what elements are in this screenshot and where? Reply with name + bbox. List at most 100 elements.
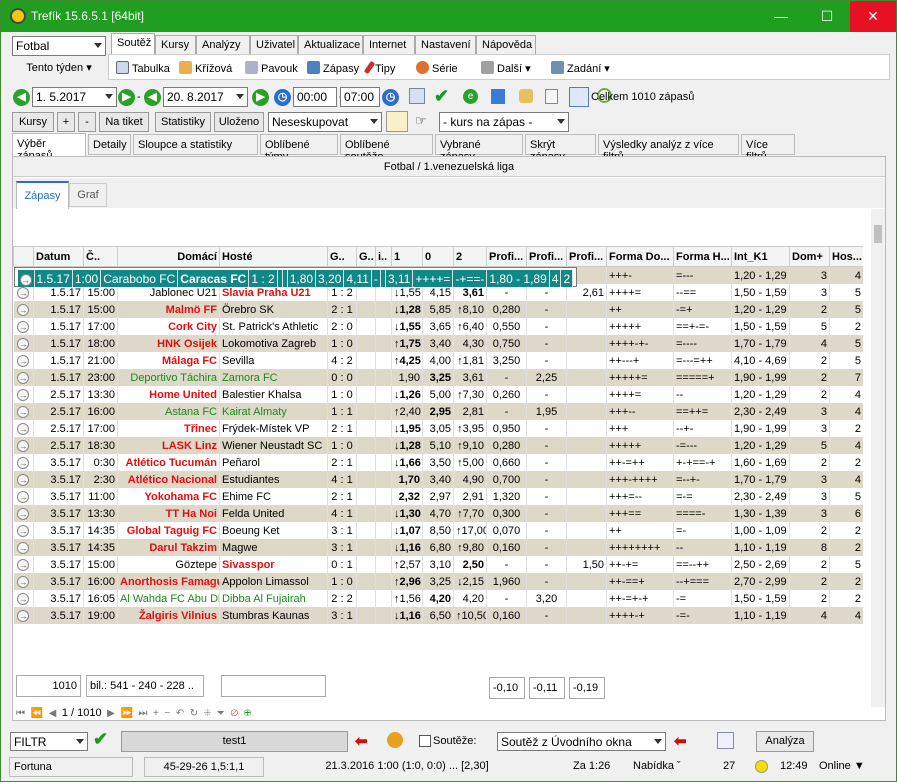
grid-filter-icon[interactable]: ⏷	[217, 708, 225, 719]
filter-check-icon[interactable]: ✔	[93, 729, 108, 750]
sub-tab-5[interactable]: Vybrané zápasy	[435, 134, 523, 163]
column-header[interactable]: 2	[453, 246, 487, 267]
row-arrow-icon[interactable]: →	[17, 405, 30, 418]
statistiky-button[interactable]: Statistiky	[155, 112, 211, 132]
column-header[interactable]: G..	[327, 246, 357, 267]
group-select[interactable]: Neseskupovat	[268, 112, 382, 132]
prev-date-to-icon[interactable]: ◀	[144, 89, 161, 106]
sport-select[interactable]: Fotbal	[12, 36, 106, 56]
menu-tab-6[interactable]: Nastavení	[415, 35, 476, 54]
remove-icon[interactable]: −	[164, 708, 170, 719]
menu-tab-0[interactable]: Soutěž	[111, 33, 155, 54]
next-page-fast-icon[interactable]: ⏩	[120, 708, 132, 719]
column-header[interactable]: Domácí	[117, 246, 220, 267]
sub-tab-8[interactable]: Více filtrů	[741, 134, 795, 163]
column-header[interactable]: Forma H...	[673, 246, 732, 267]
row-arrow-icon[interactable]: →	[17, 609, 30, 622]
column-header[interactable]: Hos...	[829, 246, 863, 267]
column-header[interactable]	[13, 246, 34, 267]
calendar-icon[interactable]	[409, 88, 425, 104]
table-row[interactable]: → 3.5.17 16:05 Al Wahda FC Abu DhabiDibba A…	[13, 590, 863, 607]
prev-date-from-icon[interactable]: ◀	[13, 89, 30, 106]
time-to-field[interactable]: 07:00	[340, 87, 380, 107]
last-page-icon[interactable]: ⏭	[138, 708, 147, 719]
column-header[interactable]: G..	[356, 246, 376, 267]
scrollbar-thumb[interactable]	[874, 225, 882, 243]
group-apply-icon[interactable]	[386, 111, 408, 132]
table-row[interactable]: → 3.5.17 14:35 Darul Takzim Magwe 3 : 1 ↓1,16 6…	[13, 539, 863, 556]
prev-page-icon[interactable]: ◀	[49, 708, 57, 719]
menu-tab-5[interactable]: Internet	[363, 35, 415, 54]
add-icon[interactable]: +	[153, 708, 159, 719]
date-to-field[interactable]: 20. 8.2017	[163, 87, 248, 107]
row-arrow-icon[interactable]: →	[17, 422, 30, 435]
row-arrow-icon[interactable]: →	[17, 388, 30, 401]
date-from-field[interactable]: 1. 5.2017	[32, 87, 117, 107]
table-row[interactable]: → 2.5.17 17:00 Třinec Frýdek-Místek VP 2 : 1 ↓…	[13, 420, 863, 437]
row-arrow-icon[interactable]: →	[17, 558, 30, 571]
row-arrow-icon[interactable]: →	[17, 541, 30, 554]
row-arrow-icon[interactable]: →	[17, 320, 30, 333]
status-online[interactable]: Online ▼	[815, 757, 865, 777]
column-header[interactable]: Hosté	[219, 246, 328, 267]
vertical-scrollbar[interactable]	[871, 209, 885, 707]
soutez-select[interactable]: Soutěž z Úvodního okna	[497, 732, 666, 751]
tab-graf[interactable]: Graf	[69, 183, 107, 207]
sub-tab-7[interactable]: Výsledky analýz z více filtrů	[598, 134, 739, 163]
analyza-button[interactable]: Analýza	[756, 731, 814, 752]
sub-tab-0[interactable]: Výběr zápasů	[12, 133, 86, 162]
time-from-field[interactable]: 00:00	[293, 87, 337, 107]
table-row[interactable]: → 3.5.17 16:00 Anorthosis FamagustaAppolon …	[13, 573, 863, 590]
clock-end-icon[interactable]: ◷	[382, 89, 399, 106]
table-row[interactable]: → 3.5.17 13:30 TT Ha Noi Felda United 4 : 1 ↓1…	[13, 505, 863, 522]
na-tiket-button[interactable]: Na tiket	[99, 112, 149, 132]
row-arrow-icon[interactable]: →	[17, 371, 30, 384]
row-arrow-icon[interactable]: →	[19, 273, 32, 286]
person-icon[interactable]	[387, 732, 403, 748]
sub-tab-6[interactable]: Skrýt zápasy	[525, 134, 596, 163]
minus-button[interactable]: -	[78, 112, 96, 132]
table-row[interactable]: → 2.5.17 18:30 LASK Linz Wiener Neustadt SC 1…	[13, 437, 863, 454]
filter-name[interactable]: test1	[121, 731, 348, 752]
table-row[interactable]: → 3.5.17 15:00 Göztepe Sivasspor 0 : 1 ↑2,57 3,…	[13, 556, 863, 573]
column-header[interactable]: Int_K1	[731, 246, 790, 267]
tab-zapasy[interactable]: Zápasy	[16, 181, 69, 209]
column-header[interactable]: Dom+	[789, 246, 830, 267]
ulozeno-button[interactable]: Uloženo	[214, 112, 264, 132]
clock-icon[interactable]: ◷	[274, 89, 291, 106]
serie-button[interactable]: Série	[416, 61, 458, 75]
column-header[interactable]: 0	[422, 246, 454, 267]
table-row[interactable]: → 3.5.17 0:30 Atlético Tucumán Peñarol 2 : 1 ↓…	[13, 454, 863, 471]
checklist-icon[interactable]	[545, 89, 558, 104]
table-row[interactable]: → 3.5.17 19:00 Žalgiris Vilnius Stumbras Kau…	[13, 607, 863, 624]
table-row[interactable]: → 1.5.17 15:00 Malmö FF Örebro SK 2 : 1 ↓1,28 5…	[13, 301, 863, 318]
pavouk-button[interactable]: Pavouk	[245, 61, 298, 75]
column-header[interactable]: Č..	[83, 246, 118, 267]
row-arrow-icon[interactable]: →	[17, 286, 30, 299]
refresh-icon[interactable]: e	[463, 89, 478, 104]
row-arrow-icon[interactable]: →	[17, 354, 30, 367]
table-row[interactable]: → 2.5.17 13:30 Home United Balestier Khalsa 1…	[13, 386, 863, 403]
sub-tab-4[interactable]: Oblíbené soutěže	[340, 134, 433, 163]
apply-filter-icon[interactable]: ⊕	[244, 708, 252, 719]
menu-tab-3[interactable]: Uživatel	[250, 35, 298, 54]
maximize-button[interactable]: ☐	[804, 1, 850, 32]
row-arrow-icon[interactable]: →	[17, 524, 30, 537]
odds-select[interactable]: - kurs na zápas -	[439, 112, 569, 132]
plus-button[interactable]: +	[57, 112, 75, 132]
prev-page-fast-icon[interactable]: ⏪	[31, 708, 43, 719]
clear-filter-icon[interactable]: ⊘	[230, 708, 238, 719]
column-header[interactable]: i..	[375, 246, 392, 267]
column-header[interactable]: Datum	[33, 246, 84, 267]
zapasy-button[interactable]: Zápasy	[307, 61, 359, 75]
table-row[interactable]: → 1.5.17 18:00 HNK Osijek Lokomotiva Zagreb 1…	[13, 335, 863, 352]
menu-tab-7[interactable]: Nápověda	[476, 35, 536, 54]
row-arrow-icon[interactable]: →	[17, 592, 30, 605]
first-page-icon[interactable]: ⏮	[16, 708, 25, 719]
table-row[interactable]: → 3.5.17 2:30 Atlético Nacional Estudiantes 4…	[13, 471, 863, 488]
menu-tab-1[interactable]: Kursy	[155, 35, 196, 54]
column-header[interactable]: 1	[391, 246, 423, 267]
row-arrow-icon[interactable]: →	[17, 303, 30, 316]
column-header[interactable]: Profi...	[526, 246, 567, 267]
star-icon[interactable]: ✳	[204, 708, 212, 719]
